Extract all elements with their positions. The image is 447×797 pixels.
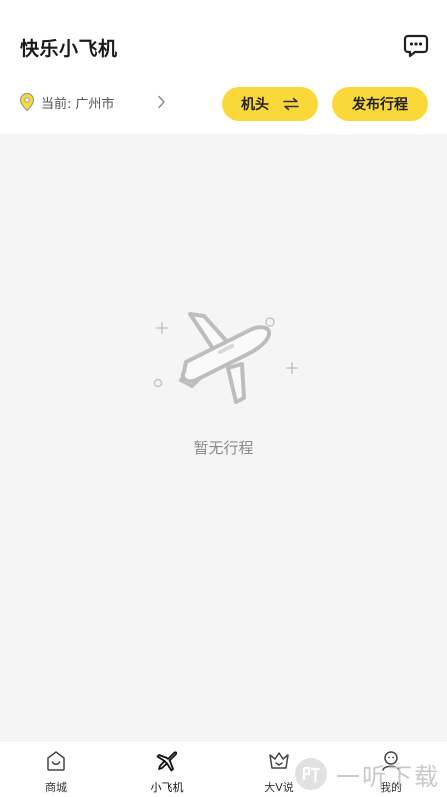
tab-plane[interactable]: 小飞机: [122, 741, 212, 797]
location-city: 广州市: [75, 96, 115, 112]
watermark-logo-icon: [295, 758, 327, 790]
tab-mall[interactable]: 商城: [11, 741, 101, 797]
location-chevron-right-icon[interactable]: [154, 92, 168, 112]
plane-icon: [156, 751, 178, 772]
empty-state-text: 暂无行程: [193, 439, 254, 457]
location-pin-icon: [19, 92, 35, 112]
current-location[interactable]: 当前: 广州市: [18, 90, 114, 114]
message-button[interactable]: [402, 32, 430, 60]
swap-arrows-icon: [283, 97, 299, 111]
tab-label: 商城: [45, 781, 67, 794]
switch-role-label: 机头: [241, 97, 269, 113]
empty-plane-illustration-icon: [153, 312, 298, 404]
top-header: 快乐小飞机 当前: 广州市 机头 发布行程: [0, 0, 447, 134]
mall-bag-icon: [47, 751, 65, 771]
location-prefix: 当前:: [41, 96, 72, 112]
watermark: 一听下载: [294, 756, 440, 792]
chat-bubble-icon: [403, 34, 429, 58]
switch-role-button[interactable]: 机头: [222, 87, 318, 121]
app-title: 快乐小飞机: [20, 38, 118, 60]
watermark-text: 一听下载: [336, 762, 440, 791]
tab-label: 小飞机: [150, 781, 184, 794]
crown-icon: [269, 752, 289, 769]
publish-trip-button[interactable]: 发布行程: [332, 87, 428, 121]
